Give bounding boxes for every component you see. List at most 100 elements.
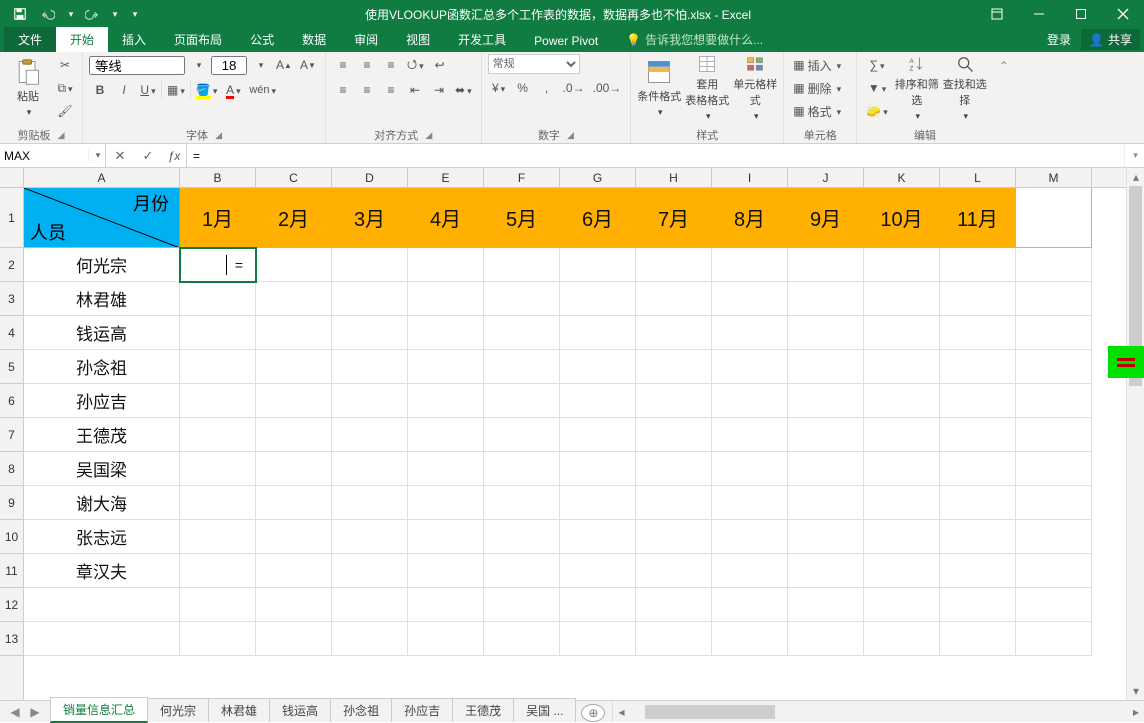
align-center-icon[interactable]: ≡ [356,79,378,101]
cell[interactable] [408,248,484,282]
cell[interactable] [256,350,332,384]
cell[interactable]: 7月 [636,188,712,248]
cell[interactable] [180,520,256,554]
cell[interactable] [408,588,484,622]
cell[interactable] [180,452,256,486]
column-header[interactable]: F [484,168,560,187]
row-header[interactable]: 13 [0,622,23,656]
phonetic-icon[interactable]: wén [246,79,279,101]
font-name-input[interactable] [89,56,185,75]
row-header[interactable]: 1 [0,188,23,248]
cell[interactable] [636,520,712,554]
scroll-up-icon[interactable]: ▴ [1127,168,1144,186]
scroll-down-icon[interactable]: ▾ [1127,682,1144,700]
cell[interactable] [560,520,636,554]
cell[interactable]: 何光宗 [24,248,180,282]
cell[interactable] [408,486,484,520]
share-button[interactable]: 👤共享 [1081,29,1140,50]
cell[interactable]: 6月 [560,188,636,248]
cell[interactable] [560,316,636,350]
cell[interactable] [256,248,332,282]
cell[interactable]: 孙念祖 [24,350,180,384]
cell[interactable] [332,622,408,656]
cell[interactable] [408,520,484,554]
row-header[interactable]: 7 [0,418,23,452]
dialog-launcher-icon[interactable]: ◢ [53,130,65,141]
cell[interactable] [256,554,332,588]
tab-power-pivot[interactable]: Power Pivot [520,30,612,52]
percent-icon[interactable]: % [512,77,534,99]
cell[interactable] [940,452,1016,486]
cell[interactable]: 谢大海 [24,486,180,520]
autosum-icon[interactable]: ∑ [863,54,890,76]
cell[interactable] [180,418,256,452]
row-header[interactable]: 3 [0,282,23,316]
scroll-right-icon[interactable]: ▸ [1128,701,1144,722]
undo-dropdown-icon[interactable] [64,9,76,20]
qat-customize-icon[interactable] [128,9,140,20]
comma-icon[interactable]: , [536,77,558,99]
cell[interactable] [332,282,408,316]
login-button[interactable]: 登录 [1037,27,1081,52]
sheet-tab[interactable]: 销量信息汇总 [50,697,148,723]
cell[interactable] [712,384,788,418]
cell[interactable] [940,588,1016,622]
column-header[interactable]: I [712,168,788,187]
cell[interactable] [484,282,560,316]
cell[interactable] [332,486,408,520]
cut-icon[interactable]: ✂ [54,54,76,76]
cell[interactable] [788,622,864,656]
undo-icon[interactable] [36,2,60,26]
cell[interactable]: 9月 [788,188,864,248]
tell-me[interactable]: 💡告诉我您想要做什么... [612,27,777,52]
cell[interactable] [940,622,1016,656]
cell[interactable]: = [180,248,256,282]
cell[interactable] [864,350,940,384]
format-cells-button[interactable]: ▦ 格式 [790,100,850,122]
cell[interactable] [788,486,864,520]
cell[interactable] [636,384,712,418]
cell[interactable] [560,418,636,452]
cell[interactable] [408,282,484,316]
sheet-tab[interactable]: 孙念祖 [330,698,392,722]
cell[interactable] [256,384,332,418]
paste-button[interactable]: 粘贴 [6,54,50,122]
name-box-input[interactable] [0,149,88,163]
cell[interactable] [636,316,712,350]
wrap-text-icon[interactable]: ↩ [429,54,451,76]
shrink-font-icon[interactable]: A▼ [297,54,319,76]
cell[interactable]: 吴国梁 [24,452,180,486]
tab-file[interactable]: 文件 [4,27,56,52]
redo-dropdown-icon[interactable] [108,9,120,20]
row-header[interactable]: 9 [0,486,23,520]
cell[interactable] [180,316,256,350]
cell[interactable] [788,418,864,452]
cell[interactable] [560,282,636,316]
cell[interactable] [940,350,1016,384]
currency-icon[interactable]: ¥ [488,77,510,99]
cell[interactable] [788,452,864,486]
row-header[interactable]: 2 [0,248,23,282]
cell[interactable] [408,350,484,384]
cell[interactable] [180,486,256,520]
conditional-formatting-button[interactable]: 条件格式 [637,54,681,122]
cell[interactable] [712,486,788,520]
cell[interactable] [332,588,408,622]
cell[interactable] [484,384,560,418]
cell[interactable] [408,452,484,486]
cell[interactable]: 钱运高 [24,316,180,350]
decrease-indent-icon[interactable]: ⇤ [404,79,426,101]
row-header[interactable]: 12 [0,588,23,622]
cell[interactable]: 5月 [484,188,560,248]
row-header[interactable]: 11 [0,554,23,588]
cell[interactable] [408,418,484,452]
cell[interactable] [940,418,1016,452]
cell[interactable] [636,282,712,316]
cell[interactable]: 3月 [332,188,408,248]
cell[interactable] [1016,520,1092,554]
row-header[interactable]: 8 [0,452,23,486]
sheet-tab[interactable]: 何光宗 [147,698,209,722]
grow-font-icon[interactable]: A▲ [273,54,295,76]
cell[interactable] [180,622,256,656]
cell[interactable] [1016,188,1092,248]
